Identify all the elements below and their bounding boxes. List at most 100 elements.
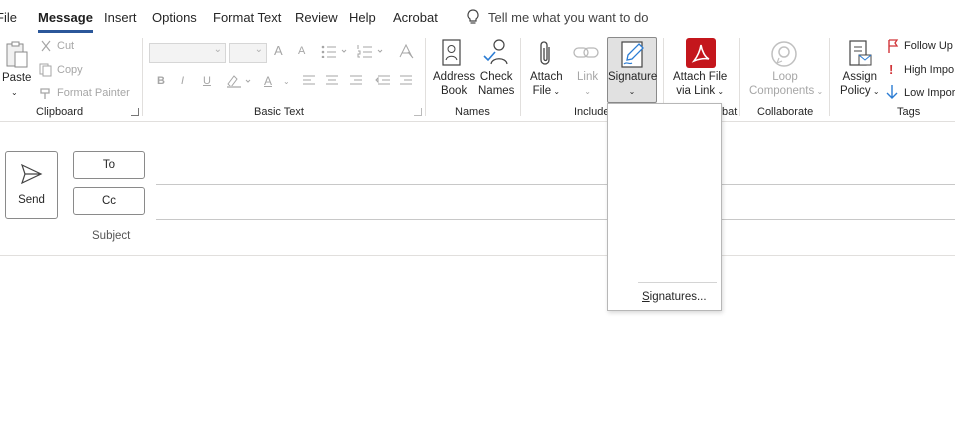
adobe-acrobat-group-label: bat <box>722 106 738 118</box>
address-book-line1: Address <box>433 71 476 83</box>
bold-button[interactable]: B <box>157 75 165 87</box>
signatures-menu-item[interactable]: Signatures... <box>642 291 707 303</box>
tell-me-search[interactable]: Tell me what you want to do <box>466 9 648 25</box>
tab-format-text[interactable]: Format Text <box>213 10 281 25</box>
cc-button[interactable]: Cc <box>73 187 145 215</box>
signature-caret: ⌄ <box>628 87 636 96</box>
address-book-line2: Book <box>440 85 468 97</box>
send-icon <box>21 164 43 184</box>
loop-components-button[interactable]: Loop Components ⌄ <box>749 70 823 99</box>
loop-icon <box>771 41 797 67</box>
copy-button[interactable]: Copy <box>57 64 83 76</box>
format-painter-icon <box>40 88 50 99</box>
tab-help[interactable]: Help <box>349 10 376 25</box>
grow-font-button[interactable]: A <box>274 43 283 58</box>
numbering-icon[interactable] <box>356 44 388 58</box>
clear-formatting-icon[interactable] <box>397 43 415 59</box>
subject-label: Subject <box>92 230 131 242</box>
send-button[interactable]: Send <box>5 151 58 219</box>
attach-via-link-button[interactable]: Attach File via Link ⌄ <box>673 70 727 99</box>
font-color-caret[interactable]: ⌄ <box>283 77 290 86</box>
signature-icon <box>621 41 644 68</box>
follow-up-button[interactable]: Follow Up <box>904 40 953 52</box>
shrink-font-button[interactable]: A <box>298 45 305 57</box>
loop-line1: Loop <box>772 71 798 83</box>
font-color-button[interactable]: A <box>264 74 272 88</box>
basic-text-launcher-icon[interactable] <box>414 108 422 116</box>
signature-label: Signature <box>608 71 658 83</box>
link-button[interactable]: Link ⌄ <box>577 70 598 99</box>
lightbulb-icon <box>467 9 479 24</box>
tell-me-text: Tell me what you want to do <box>488 10 649 25</box>
signatures-rest: ignatures... <box>649 291 707 303</box>
names-group-label: Names <box>455 106 490 118</box>
ribbon: Paste ⌄ Cut Copy Format Painter Clipboar… <box>0 34 955 122</box>
signatures-mnemonic: S <box>642 291 650 303</box>
to-field[interactable] <box>156 184 955 185</box>
group-divider <box>142 38 143 116</box>
collaborate-group-label: Collaborate <box>757 106 814 118</box>
clipboard-launcher-icon[interactable] <box>131 108 139 116</box>
paste-caret[interactable]: ⌄ <box>11 86 18 100</box>
tab-review[interactable]: Review <box>295 10 338 25</box>
attach-via-link-line1: Attach File <box>673 71 728 83</box>
subject-field-line[interactable] <box>0 255 955 256</box>
alignment-icons[interactable] <box>302 75 412 87</box>
font-name-combo[interactable] <box>149 43 226 63</box>
link-label: Link <box>577 71 599 83</box>
signature-button[interactable]: Signature ⌄ <box>607 37 657 103</box>
paperclip-icon <box>540 41 550 65</box>
check-names-line1: Check <box>479 71 513 83</box>
menu-divider <box>638 282 717 283</box>
high-importance-button[interactable]: High Impo <box>904 64 954 76</box>
cut-button[interactable]: Cut <box>57 40 74 52</box>
assign-policy-line1: Assign <box>842 71 878 83</box>
send-label: Send <box>18 194 45 206</box>
attach-file-line2: File <box>532 85 552 97</box>
tab-file[interactable]: File <box>0 10 17 25</box>
cc-field[interactable] <box>156 219 955 220</box>
low-importance-button[interactable]: Low Impor <box>904 87 955 99</box>
assign-policy-button[interactable]: Assign Policy ⌄ <box>840 70 880 99</box>
assign-policy-line2: Policy <box>840 85 871 97</box>
to-button[interactable]: To <box>73 151 145 179</box>
address-book-button[interactable]: Address Book <box>433 70 475 98</box>
check-names-icon <box>483 39 508 65</box>
check-names-button[interactable]: Check Names <box>478 70 514 98</box>
basic-text-group-label: Basic Text <box>254 106 304 118</box>
italic-button[interactable]: I <box>181 75 184 87</box>
font-size-combo[interactable] <box>229 43 267 63</box>
include-group-label: Include <box>574 106 610 118</box>
flag-icon <box>888 39 899 53</box>
tab-acrobat[interactable]: Acrobat <box>393 10 438 25</box>
check-names-line2: Names <box>478 85 515 97</box>
copy-icon <box>39 63 52 77</box>
acrobat-icon <box>686 38 716 68</box>
group-divider <box>425 38 426 116</box>
tags-group-label: Tags <box>897 106 921 118</box>
ribbon-tabs: File Message Insert Options Format Text … <box>0 0 955 34</box>
signature-dropdown-menu: Signatures... <box>607 103 722 311</box>
highlight-icon[interactable] <box>225 73 255 89</box>
tab-options[interactable]: Options <box>152 10 197 25</box>
group-divider <box>520 38 521 116</box>
assign-policy-icon <box>849 40 872 66</box>
tab-insert[interactable]: Insert <box>104 10 137 25</box>
address-book-icon <box>442 39 461 66</box>
attach-file-line1: Attach <box>530 71 563 83</box>
format-painter-button[interactable]: Format Painter <box>57 87 130 99</box>
underline-button[interactable]: U <box>203 75 211 87</box>
group-divider <box>829 38 830 116</box>
low-importance-icon <box>886 85 898 99</box>
group-divider <box>739 38 740 116</box>
tab-message[interactable]: Message <box>38 10 93 33</box>
link-icon <box>573 47 599 58</box>
paste-button[interactable]: Paste <box>2 71 31 85</box>
attach-file-button[interactable]: Attach File ⌄ <box>530 70 563 99</box>
bullets-icon[interactable] <box>320 44 352 58</box>
paste-icon <box>6 41 28 68</box>
scissors-icon <box>41 40 51 52</box>
clipboard-group-label: Clipboard <box>36 106 84 118</box>
attach-via-link-line2: via Link <box>676 85 716 97</box>
loop-line2: Components <box>749 85 815 97</box>
